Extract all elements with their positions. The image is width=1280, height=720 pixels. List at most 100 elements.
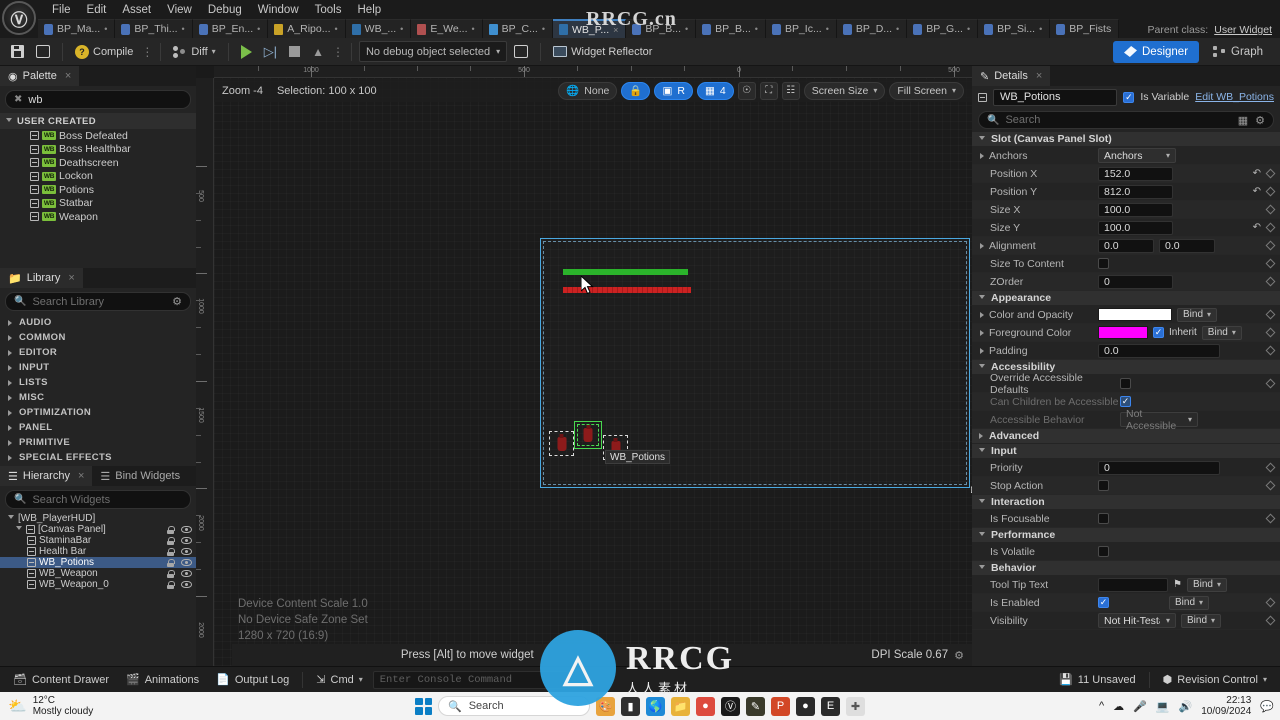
network-icon[interactable]: 💻 <box>1156 700 1170 713</box>
epic-icon[interactable]: E <box>821 696 840 716</box>
eject-button[interactable]: ▲ <box>307 41 329 63</box>
widget-reflector-button[interactable]: Widget Reflector <box>548 41 657 63</box>
tree-item-wb-weapon[interactable]: WB_Weapon <box>0 568 196 579</box>
library-category[interactable]: OPTIMIZATION <box>0 405 196 420</box>
bind-diamond-icon[interactable] <box>1265 204 1276 215</box>
reset-icon[interactable]: ↶ <box>1253 222 1261 233</box>
unreal-engine-logo-icon[interactable]: Ⓥ <box>2 1 36 35</box>
library-category[interactable]: COMMON <box>0 330 196 345</box>
compile-button[interactable]: ? Compile <box>70 41 138 63</box>
bind-diamond-icon[interactable] <box>1265 615 1276 626</box>
priority-input[interactable]: 0 <box>1098 460 1220 475</box>
animations-button[interactable]: 🎬 Animations <box>119 670 206 690</box>
skip-button[interactable]: ▷| <box>259 41 282 63</box>
library-category[interactable]: INPUT <box>0 360 196 375</box>
none-dropdown[interactable]: 🌐 None <box>558 81 618 100</box>
size-to-content-checkbox[interactable] <box>1098 258 1109 269</box>
taskbar-search-input[interactable]: 🔍 Search <box>438 696 590 716</box>
localization-preview-button[interactable]: ☉ <box>737 81 756 100</box>
tree-item-canvas-panel[interactable]: [Canvas Panel] <box>0 524 196 535</box>
tree-item-wb-potions[interactable]: WB_Potions <box>0 557 196 568</box>
bind-diamond-icon[interactable] <box>1265 309 1276 320</box>
reset-icon[interactable]: ↶ <box>1253 186 1261 197</box>
screenshot-button[interactable]: ⛶ <box>759 81 778 100</box>
position-y-input[interactable]: 812.0 <box>1098 184 1173 199</box>
asset-tab[interactable]: BP_D... • <box>836 19 908 38</box>
section-input[interactable]: Input <box>972 444 1280 459</box>
wb-weapon-preview[interactable] <box>549 431 574 456</box>
eye-icon[interactable] <box>181 570 192 577</box>
lock-toggle[interactable]: 🔒 <box>621 81 651 100</box>
list-item[interactable]: WB Boss Healthbar <box>0 143 196 157</box>
unreal-icon[interactable]: Ⓥ <box>721 696 740 716</box>
asset-tab[interactable]: BP_En... • <box>192 19 269 38</box>
output-log-button[interactable]: 📄 Output Log <box>209 670 296 690</box>
position-x-input[interactable]: 152.0 <box>1098 166 1173 181</box>
stop-button[interactable] <box>284 41 305 63</box>
bind-diamond-icon[interactable] <box>1265 222 1276 233</box>
section-interaction[interactable]: Interaction <box>972 495 1280 510</box>
chrome-icon[interactable]: ● <box>696 696 715 716</box>
inherit-checkbox[interactable]: ✓ <box>1153 327 1164 338</box>
content-drawer-button[interactable]: 🗃 Content Drawer <box>6 670 116 690</box>
bind-diamond-icon[interactable] <box>1265 186 1276 197</box>
tab-designer[interactable]: Designer <box>1113 40 1200 63</box>
debug-object-dropdown[interactable]: No debug object selected ▾ <box>358 41 508 62</box>
tool-tip-text-input[interactable] <box>1098 577 1168 592</box>
design-canvas[interactable]: WB_Potions ⧈ Device Content Scale 1.0 No… <box>214 78 972 666</box>
debug-filter-button[interactable] <box>509 41 533 63</box>
lock-icon[interactable] <box>167 525 175 534</box>
asset-tab[interactable]: BP_Ic... • <box>765 19 837 38</box>
clear-icon[interactable]: ✖ <box>14 94 22 105</box>
bind-diamond-icon[interactable] <box>1265 513 1276 524</box>
visibility-dropdown[interactable]: Not Hit-Testable (S ▾ <box>1098 613 1176 628</box>
play-options-button[interactable]: ⋮ <box>331 45 344 59</box>
list-item[interactable]: WB Statbar <box>0 197 196 211</box>
is-variable-checkbox[interactable]: ✓ <box>1123 91 1135 103</box>
paint-icon[interactable]: 🎨 <box>596 696 615 716</box>
library-category[interactable]: AUDIO <box>0 315 196 330</box>
unsaved-button[interactable]: 💾 11 Unsaved <box>1052 670 1143 690</box>
tree-item-staminabar[interactable]: StaminaBar <box>0 535 196 546</box>
palette-category-user-created[interactable]: USER CREATED <box>0 113 196 129</box>
tab-palette[interactable]: ◉ Palette × <box>0 66 80 86</box>
diff-button[interactable]: Diff ▾ <box>168 41 220 63</box>
menu-file[interactable]: File <box>44 1 79 19</box>
tree-item-health-bar[interactable]: Health Bar <box>0 546 196 557</box>
section-appearance[interactable]: Appearance <box>972 291 1280 306</box>
notifications-icon[interactable]: 💬 <box>1260 700 1274 713</box>
cmd-dropdown[interactable]: ⇲ Cmd ▾ <box>309 670 369 690</box>
is-volatile-checkbox[interactable] <box>1098 546 1109 557</box>
menu-view[interactable]: View <box>159 1 200 19</box>
tab-library[interactable]: 📁 Library × <box>0 268 83 288</box>
is-focusable-checkbox[interactable] <box>1098 513 1109 524</box>
browse-button[interactable] <box>31 41 55 63</box>
start-icon[interactable] <box>415 697 432 715</box>
close-icon[interactable]: × <box>613 25 618 35</box>
tab-graph[interactable]: Graph <box>1202 41 1274 63</box>
horizontal-ruler[interactable]: 1000 500 0 500 <box>214 66 972 78</box>
gear-icon[interactable]: ⚙ <box>172 295 182 308</box>
details-search-input[interactable]: 🔍 Search ▦ ⚙ <box>978 111 1274 129</box>
parent-class-link[interactable]: User Widget <box>1214 24 1272 36</box>
stop-action-checkbox[interactable] <box>1098 480 1109 491</box>
revision-control-button[interactable]: ⬢ Revision Control ▾ <box>1156 670 1274 690</box>
asset-tab[interactable]: BP_C... • <box>482 19 553 38</box>
rotation-snap-toggle[interactable]: ▣ R <box>654 81 693 100</box>
size-x-input[interactable]: 100.0 <box>1098 202 1173 217</box>
tooltip-bind-button[interactable]: Bind ▾ <box>1186 577 1227 592</box>
asset-tab-active[interactable]: WB_P... × <box>552 19 627 38</box>
tool-icon[interactable]: ✚ <box>846 696 865 716</box>
tab-hierarchy[interactable]: ☰ Hierarchy × <box>0 466 93 486</box>
menu-window[interactable]: Window <box>250 1 307 19</box>
asset-tab[interactable]: BP_Ma... • <box>38 19 116 38</box>
play-button[interactable] <box>236 41 257 63</box>
onedrive-icon[interactable]: ☁ <box>1113 700 1124 713</box>
tree-item-root[interactable]: [WB_PlayerHUD] <box>0 513 196 524</box>
localize-flag-icon[interactable]: ⚑ <box>1173 579 1182 590</box>
stats-button[interactable]: ☷ <box>781 81 800 100</box>
asset-tab[interactable]: BP_Si... • <box>978 19 1051 38</box>
is-enabled-bind-button[interactable]: Bind ▾ <box>1169 595 1210 610</box>
menu-tools[interactable]: Tools <box>307 1 350 19</box>
color-bind-button[interactable]: Bind ▾ <box>1177 307 1218 322</box>
